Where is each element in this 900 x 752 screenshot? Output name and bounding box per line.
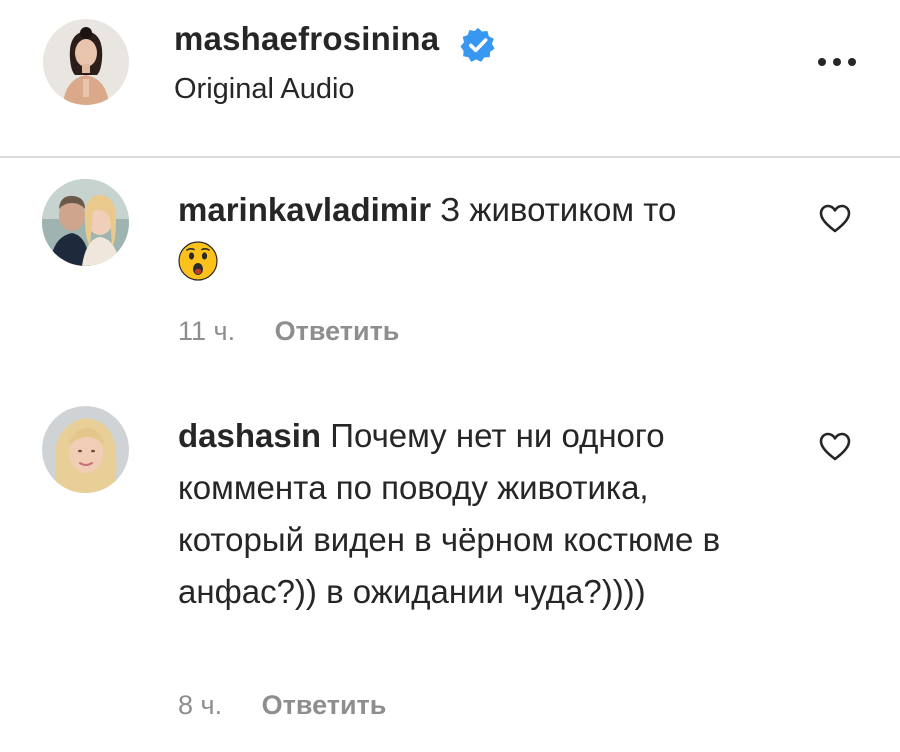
comment-meta: 11 ч. Ответить xyxy=(178,316,399,347)
commenter-avatar[interactable] xyxy=(42,406,129,493)
comment-timestamp[interactable]: 11 ч. xyxy=(178,316,235,347)
commenter-avatar[interactable] xyxy=(42,179,129,266)
comment-meta: 8 ч. Ответить xyxy=(178,690,386,721)
post-header: mashaefrosinina Original Audio xyxy=(0,0,900,158)
comment-text: З животиком то xyxy=(440,191,677,228)
comment-body: dashasin Почему нет ни одного комментa п… xyxy=(178,410,758,618)
comment-username[interactable]: dashasin xyxy=(178,417,321,454)
astonished-face-icon xyxy=(178,241,218,281)
reply-button[interactable]: Ответить xyxy=(262,690,387,721)
comment-item: dashasin Почему нет ни одного комментa п… xyxy=(0,390,900,752)
comment-body: marinkavladimir З животиком то xyxy=(178,184,778,288)
like-heart-icon[interactable] xyxy=(818,430,852,462)
comment-username[interactable]: marinkavladimir xyxy=(178,191,431,228)
like-heart-icon[interactable] xyxy=(818,202,852,234)
audio-label[interactable]: Original Audio xyxy=(174,73,355,106)
more-options-icon[interactable] xyxy=(812,50,862,74)
verified-badge-icon xyxy=(460,27,495,62)
comment-timestamp[interactable]: 8 ч. xyxy=(178,690,222,721)
comment-item: marinkavladimir З животиком то 11 ч. Отв… xyxy=(0,158,900,378)
reply-button[interactable]: Ответить xyxy=(275,316,400,347)
author-username[interactable]: mashaefrosinina xyxy=(174,20,439,58)
author-avatar[interactable] xyxy=(43,19,129,105)
